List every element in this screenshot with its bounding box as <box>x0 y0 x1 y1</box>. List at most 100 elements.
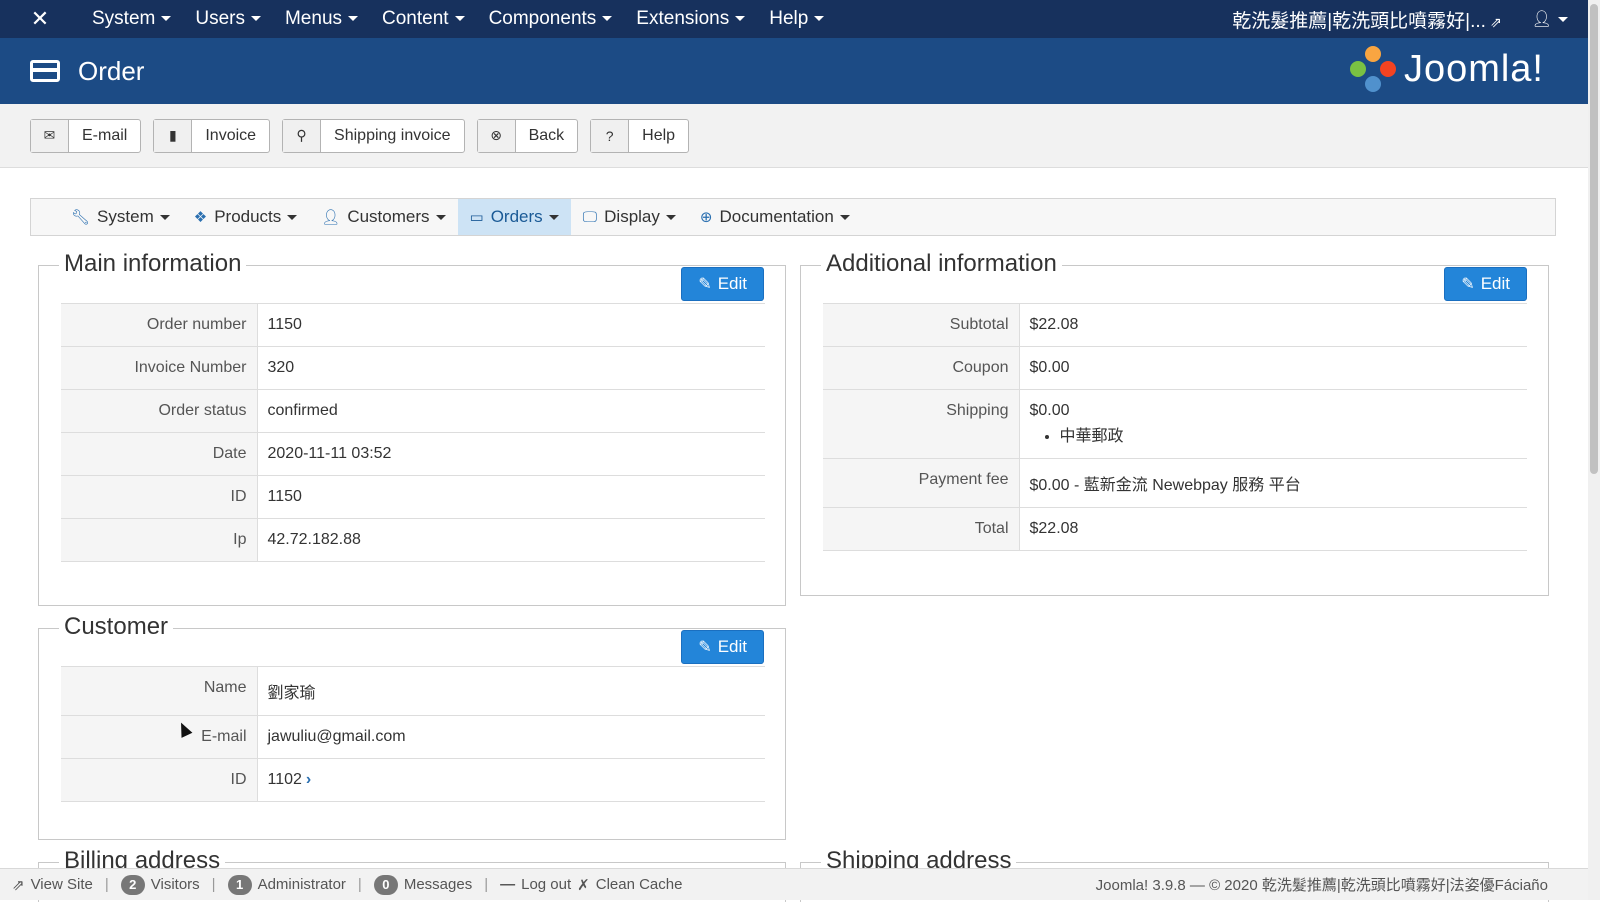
external-link-icon: ⇗ <box>12 876 25 894</box>
site-preview-link[interactable]: 乾洗髮推薦|乾洗頭比噴霧好|... ⇗ <box>1232 6 1501 33</box>
page-scrollbar[interactable] <box>1588 0 1600 900</box>
submenu-system[interactable]: 🔧︎ System <box>59 199 182 235</box>
main-information-legend: Main information <box>59 250 247 278</box>
messages-badge: 0 <box>373 874 398 895</box>
submenu-documentation[interactable]: ⊕ Documentation <box>688 199 862 235</box>
joomla-logo: Joomla! <box>1349 46 1544 92</box>
caret-down-icon <box>665 214 676 220</box>
caret-down-icon <box>839 214 850 220</box>
back-button[interactable]: ⊗ Back <box>476 118 579 153</box>
administrator-badge: 1 <box>227 874 252 895</box>
clean-cache-link[interactable]: ✗ Clean Cache <box>577 876 682 894</box>
admin-top-navbar: ✕ System Users Menus Content Components … <box>0 0 1588 38</box>
user-icon: 👤︎ <box>1531 11 1552 28</box>
table-row: Name 劉家瑜 <box>61 666 765 716</box>
caret-down-icon <box>814 16 825 22</box>
table-row: Shipping$0.00中華郵政 <box>823 389 1527 459</box>
administrator-link[interactable]: 1 Administrator <box>227 874 346 895</box>
question-icon: ? <box>591 119 630 152</box>
minus-icon: — <box>500 876 516 893</box>
additional-info-edit-button[interactable]: ✎ Edit <box>1444 267 1527 301</box>
caret-down-icon <box>735 16 746 22</box>
caret-down-icon <box>250 16 261 22</box>
table-row: Date 2020-11-11 03:52 <box>61 432 765 476</box>
caret-down-icon <box>602 16 613 22</box>
toolbar: ✉ E-mail ▮ Invoice ⚲ Shipping invoice ⊗ … <box>0 104 1588 168</box>
main-information-table: Order number 1150 Invoice Number 320 Order… <box>61 303 765 562</box>
top-menu-help[interactable]: Help <box>757 8 836 30</box>
caret-down-icon <box>348 16 359 22</box>
user-icon: 👤︎ <box>321 209 341 226</box>
additional-information-legend: Additional information <box>821 250 1062 278</box>
joomla-logo-text: Joomla! <box>1403 47 1544 90</box>
customer-edit-button[interactable]: ✎ Edit <box>681 630 764 664</box>
caret-down-icon <box>159 214 170 220</box>
broom-icon: ✗ <box>577 876 590 894</box>
footer-copyright: Joomla! 3.9.8 — © 2020 乾洗髮推薦|乾洗頭比噴霧好|法姿優… <box>1095 877 1548 894</box>
submenu-display[interactable]: 🖵︎ Display <box>571 199 688 235</box>
cubes-icon: ❖ <box>193 209 208 226</box>
table-row: Ip 42.72.182.88 <box>61 518 765 562</box>
user-menu[interactable]: 👤︎ <box>1532 9 1568 29</box>
shipping-methods-list: 中華郵政 <box>1030 422 1518 446</box>
map-pin-icon: ⚲ <box>283 119 322 152</box>
customer-table: Name 劉家瑜 E-mail jawuliu@gmail.com ID 1102 › <box>61 666 765 802</box>
caret-down-icon <box>1558 17 1568 23</box>
shipping-invoice-button[interactable]: ⚲ Shipping invoice <box>282 118 465 153</box>
top-menu-users[interactable]: Users <box>183 8 273 30</box>
table-row: ID 1102 › <box>61 758 765 802</box>
customer-legend: Customer <box>59 613 174 641</box>
logout-link[interactable]: — Log out <box>500 876 571 893</box>
email-button[interactable]: ✉ E-mail <box>30 118 142 153</box>
visitors-link[interactable]: 2 Visitors <box>120 874 200 895</box>
table-row: Total $22.08 <box>823 507 1527 551</box>
joomla-x-icon[interactable]: ✕ <box>0 0 80 38</box>
top-menu-content[interactable]: Content <box>370 8 477 30</box>
list-item: 中華郵政 <box>1060 422 1518 446</box>
messages-link[interactable]: 0 Messages <box>373 874 472 895</box>
main-information-panel: Main information ✎ Edit Order number 1150 … <box>38 250 786 606</box>
joomla-logo-icon <box>1349 46 1396 92</box>
chevron-right-icon[interactable]: › <box>306 771 311 788</box>
submenu-orders[interactable]: ▭ Orders <box>457 199 571 235</box>
pencil-icon: ✎ <box>1461 276 1475 293</box>
invoice-button[interactable]: ▮ Invoice <box>153 118 271 153</box>
table-row: Order status confirmed <box>61 389 765 433</box>
top-menu-menus[interactable]: Menus <box>273 8 370 30</box>
top-menu: System Users Menus Content Components Ex… <box>80 8 836 30</box>
monitor-icon: 🖵︎ <box>582 208 598 226</box>
submenu-customers[interactable]: 👤︎ Customers <box>309 199 457 235</box>
divider: | <box>104 876 109 893</box>
visitors-badge: 2 <box>120 874 145 895</box>
table-row: E-mail jawuliu@gmail.com <box>61 715 765 759</box>
status-bar: ⇗ View Site | 2 Visitors | 1 Administrator … <box>0 868 1588 900</box>
caret-down-icon <box>287 214 298 220</box>
table-row: Order number 1150 <box>61 303 765 347</box>
top-menu-extensions[interactable]: Extensions <box>624 8 757 30</box>
scrollbar-thumb[interactable] <box>1590 4 1598 474</box>
divider: | <box>484 876 489 893</box>
top-menu-components[interactable]: Components <box>477 8 625 30</box>
cancel-icon: ⊗ <box>477 119 516 152</box>
book-icon: ▮ <box>154 119 193 152</box>
view-site-link[interactable]: ⇗ View Site <box>12 876 93 894</box>
help-button[interactable]: ? Help <box>590 118 690 153</box>
caret-down-icon <box>548 214 559 220</box>
table-row: Payment fee $0.00 - 藍新金流 Newebpay 服務 平台 <box>823 458 1527 508</box>
wrench-icon: 🔧︎ <box>71 209 91 226</box>
table-row: ID 1150 <box>61 475 765 519</box>
pencil-icon: ✎ <box>698 639 712 656</box>
table-row: Invoice Number 320 <box>61 346 765 390</box>
credit-card-icon: ▭ <box>469 209 484 226</box>
main-info-edit-button[interactable]: ✎ Edit <box>681 267 764 301</box>
submenu-products[interactable]: ❖ Products <box>182 199 310 235</box>
external-link-icon: ⇗ <box>1489 13 1502 30</box>
credit-card-icon <box>30 60 60 82</box>
envelope-icon: ✉ <box>31 119 69 152</box>
divider: | <box>357 876 362 893</box>
top-menu-system[interactable]: System <box>80 8 183 30</box>
support-icon: ⊕ <box>699 209 713 226</box>
divider: | <box>211 876 216 893</box>
page-title: Order <box>78 55 145 86</box>
page-header: Order Joomla! <box>0 38 1588 104</box>
